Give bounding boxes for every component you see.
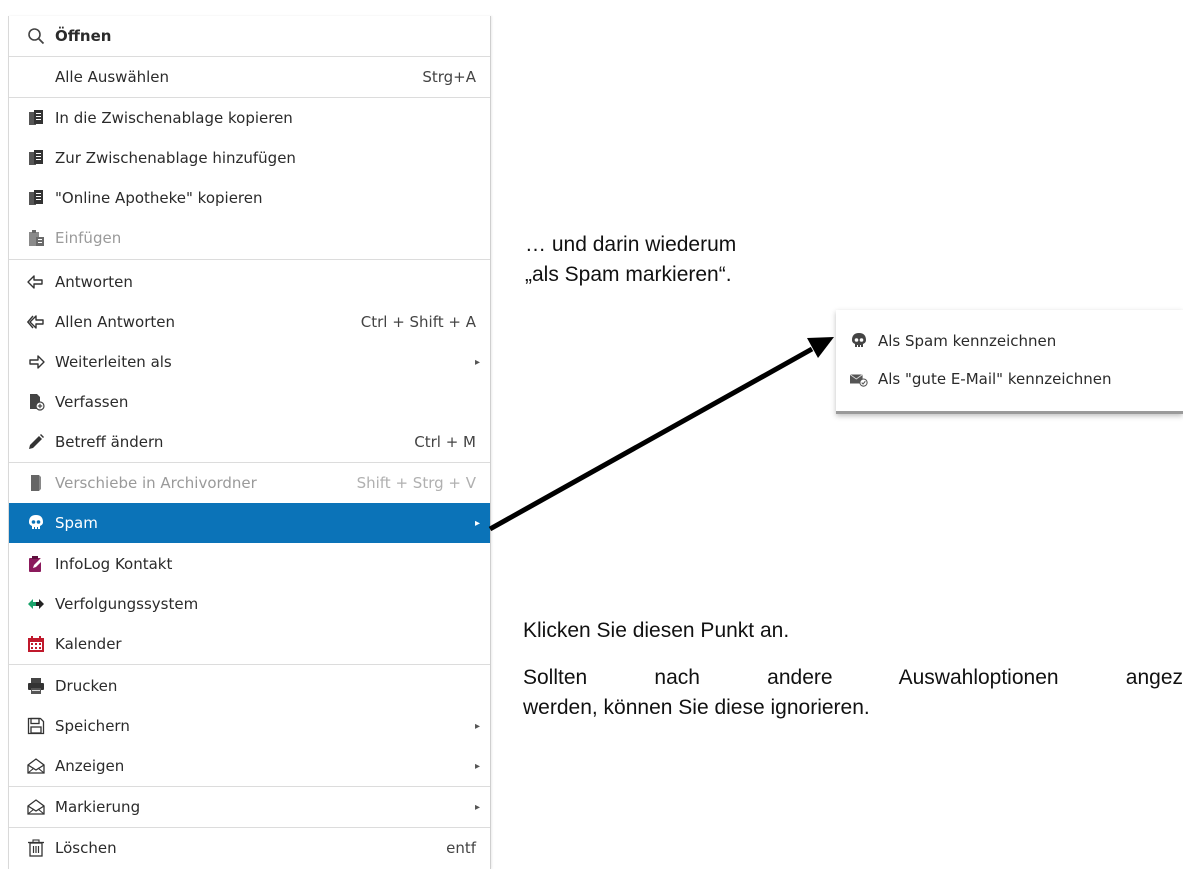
pointer-arrow-line — [488, 346, 814, 532]
infolog-icon — [25, 553, 47, 575]
menu-item-label: Anzeigen — [55, 757, 125, 775]
annotation-top-line2: „als Spam markieren“. — [525, 263, 732, 286]
annotation-ignore: Sollten nach andere Auswahloptionen ange… — [523, 663, 1183, 723]
clipboard-icon — [25, 187, 47, 209]
chevron-right-icon: ▸ — [474, 517, 480, 529]
menu-item-loeschen[interactable]: Löschen entf — [9, 828, 490, 868]
menu-item-markierung[interactable]: Markierung ▸ — [9, 787, 490, 827]
pencil-icon — [25, 431, 47, 453]
menu-item-label: "Online Apotheke" kopieren — [55, 189, 263, 207]
menu-item-label: Spam — [55, 514, 98, 532]
envelope-open-icon — [25, 796, 47, 818]
menu-item-kalender[interactable]: Kalender — [9, 624, 490, 664]
annotation-top-line1: … und darin wiederum — [525, 233, 737, 256]
menu-item-allen-antworten[interactable]: Allen Antworten Ctrl + Shift + A — [9, 302, 490, 342]
menu-item-label: Allen Antworten — [55, 313, 175, 331]
menu-item-label: Verfolgungssystem — [55, 595, 199, 613]
menu-item-spam[interactable]: Spam ▸ — [9, 503, 490, 543]
forward-icon — [25, 351, 47, 373]
menu-item-label: Löschen — [55, 839, 117, 857]
menu-item-label: Weiterleiten als — [55, 353, 172, 371]
menu-item-label: Als Spam kennzeichnen — [878, 332, 1057, 350]
menu-item-copy-subject[interactable]: "Online Apotheke" kopieren — [9, 178, 490, 218]
menu-item-speichern[interactable]: Speichern ▸ — [9, 706, 490, 746]
menu-item-betreff-aendern[interactable]: Betreff ändern Ctrl + M — [9, 422, 490, 462]
menu-item-label: Kalender — [55, 635, 122, 653]
good-mail-icon — [848, 368, 870, 390]
tracker-icon — [25, 593, 47, 615]
calendar-icon — [25, 633, 47, 655]
menu-item-verfolgungssystem[interactable]: Verfolgungssystem — [9, 584, 490, 624]
shortcut-label: Shift + Strg + V — [356, 474, 476, 492]
clipboard-icon — [25, 107, 47, 129]
menu-item-einfuegen[interactable]: Einfügen — [9, 218, 490, 258]
spam-submenu: Als Spam kennzeichnen Als "gute E-Mail" … — [836, 310, 1183, 414]
menu-item-anzeigen[interactable]: Anzeigen ▸ — [9, 746, 490, 786]
printer-icon — [25, 675, 47, 697]
compose-icon — [25, 391, 47, 413]
shortcut-label: Ctrl + M — [414, 433, 476, 451]
menu-item-label: Drucken — [55, 677, 118, 695]
menu-item-label: In die Zwischenablage kopieren — [55, 109, 293, 127]
menu-item-label: Alle Auswählen — [55, 68, 170, 86]
envelope-open-icon — [25, 755, 47, 777]
separator — [836, 411, 1183, 414]
annotation-click-hint: Klicken Sie diesen Punkt an. — [523, 619, 790, 642]
clipboard-icon — [25, 147, 47, 169]
shortcut-label: entf — [446, 839, 476, 857]
chevron-right-icon: ▸ — [474, 720, 480, 732]
context-menu: Öffnen Alle Auswählen Strg+A In die Zwis… — [8, 16, 491, 869]
menu-item-weiterleiten[interactable]: Weiterleiten als ▸ — [9, 342, 490, 382]
menu-item-label: Verfassen — [55, 393, 129, 411]
submenu-item-gute-email[interactable]: Als "gute E-Mail" kennzeichnen — [836, 360, 1183, 398]
shortcut-label: Ctrl + Shift + A — [360, 313, 476, 331]
skull-icon — [25, 512, 47, 534]
menu-item-alle-auswaehlen[interactable]: Alle Auswählen Strg+A — [9, 57, 490, 97]
menu-item-label: InfoLog Kontakt — [55, 555, 173, 573]
menu-item-archiv[interactable]: Verschiebe in Archivordner Shift + Strg … — [9, 463, 490, 503]
annotation-ignore-line2: werden, können Sie diese ignorieren. — [523, 696, 870, 719]
trash-icon — [25, 837, 47, 859]
menu-item-label: Speichern — [55, 717, 130, 735]
menu-item-label: Öffnen — [55, 27, 112, 45]
reply-all-icon — [25, 311, 47, 333]
menu-item-label: Verschiebe in Archivordner — [55, 474, 257, 492]
skull-icon — [848, 330, 870, 352]
menu-item-label: Als "gute E-Mail" kennzeichnen — [878, 370, 1112, 388]
menu-item-label: Markierung — [55, 798, 141, 816]
chevron-right-icon: ▸ — [474, 760, 480, 772]
menu-item-drucken[interactable]: Drucken — [9, 666, 490, 706]
menu-item-label: Antworten — [55, 273, 133, 291]
search-icon — [25, 25, 47, 47]
chevron-right-icon: ▸ — [474, 356, 480, 368]
menu-item-add-clipboard[interactable]: Zur Zwischenablage hinzufügen — [9, 138, 490, 178]
menu-item-label: Einfügen — [55, 229, 122, 247]
menu-item-oeffnen[interactable]: Öffnen — [9, 16, 490, 56]
submenu-item-als-spam[interactable]: Als Spam kennzeichnen — [836, 322, 1183, 360]
separator — [9, 259, 490, 260]
shortcut-label: Strg+A — [422, 68, 476, 86]
menu-item-copy-clipboard[interactable]: In die Zwischenablage kopieren — [9, 98, 490, 138]
paste-icon — [25, 227, 47, 249]
archive-icon — [25, 472, 47, 494]
separator — [9, 664, 490, 665]
save-icon — [25, 715, 47, 737]
annotation-ignore-line1: Sollten nach andere Auswahloptionen ange… — [523, 666, 1183, 689]
menu-item-infolog[interactable]: InfoLog Kontakt — [9, 544, 490, 584]
chevron-right-icon: ▸ — [474, 801, 480, 813]
menu-item-label: Betreff ändern — [55, 433, 164, 451]
annotation-top: … und darin wiederum „als Spam markieren… — [525, 230, 736, 290]
menu-item-label: Zur Zwischenablage hinzufügen — [55, 149, 296, 167]
menu-item-antworten[interactable]: Antworten — [9, 262, 490, 302]
menu-item-verfassen[interactable]: Verfassen — [9, 382, 490, 422]
reply-icon — [25, 271, 47, 293]
pointer-arrow-head — [807, 337, 834, 358]
